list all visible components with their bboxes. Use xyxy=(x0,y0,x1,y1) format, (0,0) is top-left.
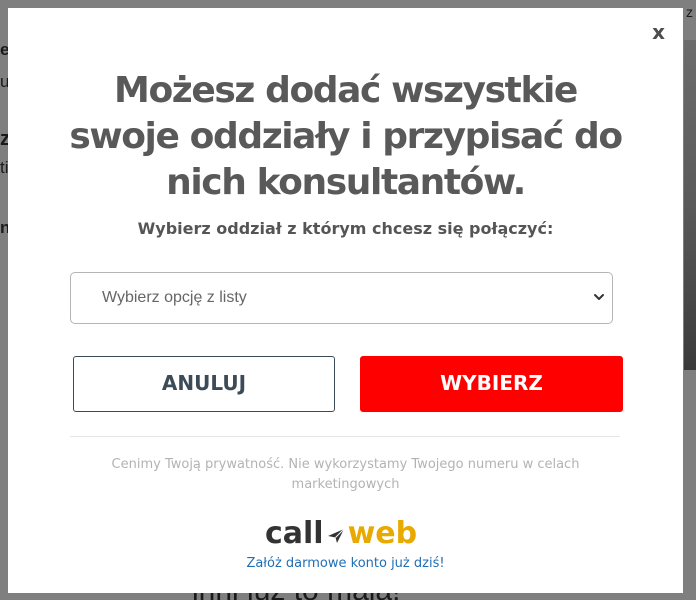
cancel-button[interactable]: ANULUJ xyxy=(73,356,335,412)
logo-text-call: call xyxy=(265,516,324,551)
background-photo xyxy=(684,40,696,370)
select-button[interactable]: WYBIERZ xyxy=(360,356,623,412)
privacy-notice: Cenimy Twoją prywatność. Nie wykorzystam… xyxy=(111,457,580,492)
branch-select[interactable]: Wybierz opcję z listy xyxy=(70,272,613,324)
logo-text-web: web xyxy=(347,516,418,551)
paper-plane-icon xyxy=(327,528,344,543)
branch-select-value: Wybierz opcję z listy xyxy=(102,289,247,306)
close-button[interactable]: x xyxy=(652,22,665,42)
background-text-fragment: z xyxy=(686,4,693,20)
headline-line: Możesz dodać wszystkie xyxy=(114,70,578,111)
signup-link[interactable]: Załóż darmowe konto już dziś! xyxy=(8,556,683,571)
branch-select-modal: x Możesz dodać wszystkie swoje oddziały … xyxy=(8,8,683,593)
callweb-logo: call web xyxy=(265,516,425,556)
headline-line: nich konsultantów. xyxy=(166,162,526,203)
headline-line: swoje oddziały i przypisać do xyxy=(69,116,623,157)
chevron-down-icon xyxy=(594,294,604,300)
modal-subtitle: Wybierz oddział z którym chcesz się połą… xyxy=(137,219,554,238)
divider xyxy=(70,436,620,437)
modal-headline: Możesz dodać wszystkie swoje oddziały i … xyxy=(8,68,683,206)
